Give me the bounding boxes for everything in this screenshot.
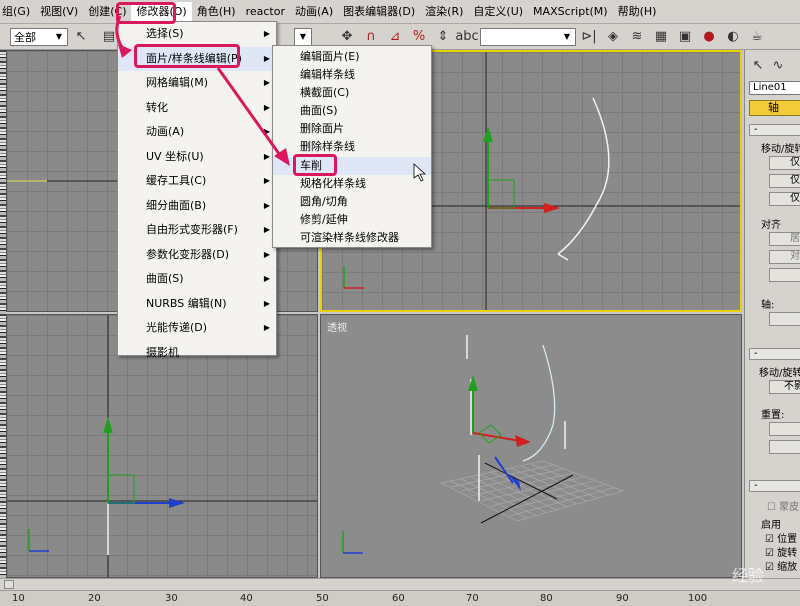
watermark: 经验: [732, 566, 765, 585]
annotation-arrows-layer: [115, 15, 427, 182]
annotation-arrow-1: [115, 15, 126, 51]
annotation-arrowhead-1: [118, 44, 132, 58]
annotation-arrow-2: [216, 67, 284, 159]
mouse-cursor-icon: [413, 163, 427, 182]
